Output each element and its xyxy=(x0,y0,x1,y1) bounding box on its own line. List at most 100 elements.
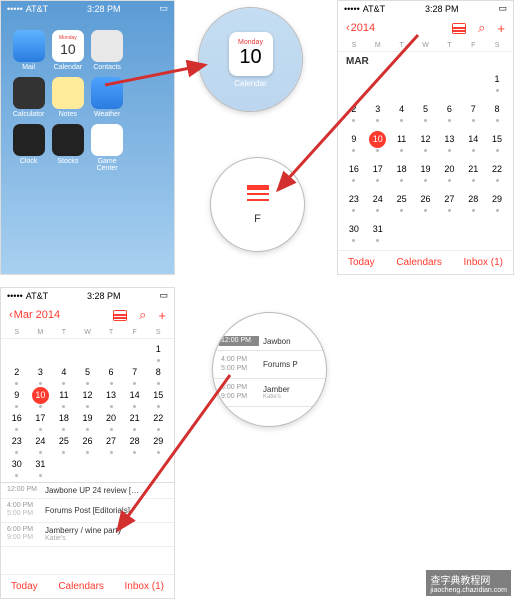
calendar-day[interactable]: 31 xyxy=(29,456,53,474)
calendar-app-tile[interactable]: Monday 10 xyxy=(229,32,273,76)
app-clock[interactable]: Clock xyxy=(11,124,46,172)
calendar-day[interactable]: 22 xyxy=(146,410,170,428)
calendar-day[interactable]: 12 xyxy=(76,387,100,405)
calendar-day[interactable]: 30 xyxy=(342,221,366,243)
calendar-day[interactable]: 10 xyxy=(29,387,53,405)
inbox-button[interactable]: Inbox (1) xyxy=(125,581,164,592)
calendar-day[interactable]: 7 xyxy=(123,364,147,382)
zoom-event-list: 12:00 PMJawbon4:00 PM5:00 PMForums P6:00… xyxy=(212,312,327,427)
search-icon[interactable]: ⌕ xyxy=(139,307,146,323)
calendar-day[interactable]: 10 xyxy=(366,131,390,153)
back-to-year-button[interactable]: ‹2014 xyxy=(346,22,375,34)
calendar-day[interactable]: 11 xyxy=(52,387,76,405)
calendar-day[interactable]: 25 xyxy=(390,191,414,213)
calendar-day[interactable]: 28 xyxy=(461,191,485,213)
calendar-day[interactable]: 11 xyxy=(390,131,414,153)
calendars-button[interactable]: Calendars xyxy=(396,257,442,268)
calendar-day[interactable]: 23 xyxy=(342,191,366,213)
calendar-day[interactable]: 2 xyxy=(342,101,366,123)
calendar-day[interactable]: 20 xyxy=(99,410,123,428)
list-view-button[interactable] xyxy=(113,310,127,321)
calendar-day[interactable]: 4 xyxy=(52,364,76,382)
calendar-day[interactable]: 21 xyxy=(123,410,147,428)
event-list[interactable]: 12:00 PMJawbone UP 24 review […4:00 PM5:… xyxy=(1,482,174,547)
calendar-day[interactable]: 8 xyxy=(146,364,170,382)
zoom-event-row: 6:00 PM9:00 PMJamberKatie's xyxy=(213,379,326,407)
calendars-button[interactable]: Calendars xyxy=(58,581,104,592)
today-button[interactable]: Today xyxy=(11,581,38,592)
calendar-day[interactable]: 5 xyxy=(76,364,100,382)
back-to-year-button[interactable]: ‹Mar 2014 xyxy=(9,309,60,321)
calendar-day[interactable]: 23 xyxy=(5,433,29,451)
calendar-day[interactable]: 6 xyxy=(437,101,461,123)
app-calendar[interactable]: Monday10Calendar xyxy=(50,30,85,71)
inbox-button[interactable]: Inbox (1) xyxy=(464,257,503,268)
calendar-day[interactable]: 17 xyxy=(29,410,53,428)
calendar-grid[interactable]: 1234567891011121314151617181920212223242… xyxy=(1,339,174,482)
calendar-footer: Today Calendars Inbox (1) xyxy=(1,574,174,598)
calendar-day[interactable]: 3 xyxy=(366,101,390,123)
calendar-day[interactable]: 16 xyxy=(342,161,366,183)
calendar-day[interactable]: 9 xyxy=(342,131,366,153)
calendar-day[interactable]: 12 xyxy=(414,131,438,153)
calendar-day[interactable]: 13 xyxy=(99,387,123,405)
calendar-day[interactable]: 19 xyxy=(76,410,100,428)
calendar-day[interactable]: 26 xyxy=(414,191,438,213)
calendar-day[interactable]: 1 xyxy=(485,71,509,93)
calendar-day[interactable]: 27 xyxy=(437,191,461,213)
add-event-button[interactable]: + xyxy=(158,308,166,323)
calendar-day[interactable]: 20 xyxy=(437,161,461,183)
app-game-center[interactable]: Game Center xyxy=(90,124,125,172)
calendar-day[interactable]: 15 xyxy=(485,131,509,153)
calendar-day[interactable]: 1 xyxy=(146,341,170,359)
calendar-day[interactable]: 27 xyxy=(99,433,123,451)
calendar-day[interactable]: 29 xyxy=(146,433,170,451)
app-weather[interactable]: Weather xyxy=(90,77,125,118)
calendar-day[interactable]: 9 xyxy=(5,387,29,405)
calendar-day[interactable]: 14 xyxy=(123,387,147,405)
today-button[interactable]: Today xyxy=(348,257,375,268)
calendar-day xyxy=(123,456,147,474)
calendar-day[interactable]: 25 xyxy=(52,433,76,451)
event-row[interactable]: 12:00 PMJawbone UP 24 review [… xyxy=(1,483,174,499)
calendar-day[interactable]: 30 xyxy=(5,456,29,474)
app-contacts[interactable]: Contacts xyxy=(90,30,125,71)
calendar-day xyxy=(52,341,76,359)
calendar-day[interactable]: 14 xyxy=(461,131,485,153)
calendar-day[interactable]: 19 xyxy=(414,161,438,183)
event-row[interactable]: 6:00 PM9:00 PMJamberry / wine partyKatie… xyxy=(1,523,174,547)
month-label: MAR xyxy=(338,52,513,69)
calendar-day[interactable]: 24 xyxy=(366,191,390,213)
list-view-icon[interactable] xyxy=(247,185,269,201)
app-mail[interactable]: Mail xyxy=(11,30,46,71)
calendar-grid[interactable]: 1234567891011121314151617181920212223242… xyxy=(338,69,513,251)
calendar-day[interactable]: 24 xyxy=(29,433,53,451)
app-notes[interactable]: Notes xyxy=(50,77,85,118)
app-stocks[interactable]: Stocks xyxy=(50,124,85,172)
search-icon[interactable]: ⌕ xyxy=(478,20,485,36)
calendar-day[interactable]: 2 xyxy=(5,364,29,382)
calendar-day[interactable]: 4 xyxy=(390,101,414,123)
calendar-day[interactable]: 16 xyxy=(5,410,29,428)
calendar-day[interactable]: 17 xyxy=(366,161,390,183)
calendar-day[interactable]: 5 xyxy=(414,101,438,123)
chevron-left-icon: ‹ xyxy=(9,309,13,321)
calendar-day[interactable]: 6 xyxy=(99,364,123,382)
app-calculator[interactable]: Calculator xyxy=(11,77,46,118)
calendar-day[interactable]: 28 xyxy=(123,433,147,451)
calendar-day[interactable]: 18 xyxy=(390,161,414,183)
calendar-day[interactable]: 18 xyxy=(52,410,76,428)
calendar-day[interactable]: 21 xyxy=(461,161,485,183)
calendar-day[interactable]: 29 xyxy=(485,191,509,213)
add-event-button[interactable]: + xyxy=(497,21,505,36)
calendar-day[interactable]: 15 xyxy=(146,387,170,405)
calendar-day[interactable]: 13 xyxy=(437,131,461,153)
calendar-day[interactable]: 8 xyxy=(485,101,509,123)
calendar-day[interactable]: 3 xyxy=(29,364,53,382)
calendar-day[interactable]: 7 xyxy=(461,101,485,123)
calendar-day[interactable]: 31 xyxy=(366,221,390,243)
calendar-day[interactable]: 22 xyxy=(485,161,509,183)
list-view-button[interactable] xyxy=(452,23,466,34)
event-row[interactable]: 4:00 PM5:00 PMForums Post [Editorials] xyxy=(1,499,174,523)
calendar-day[interactable]: 26 xyxy=(76,433,100,451)
